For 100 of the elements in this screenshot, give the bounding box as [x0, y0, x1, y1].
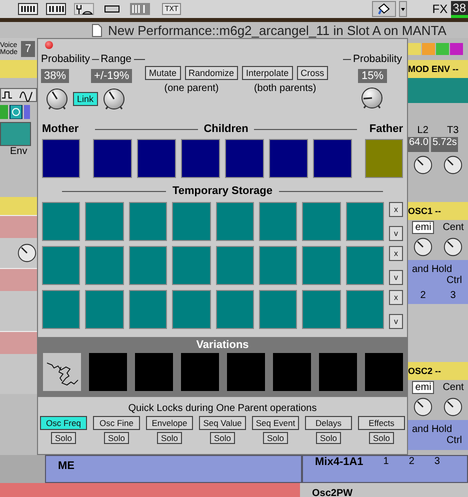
solo-toggle[interactable]: Solo [262, 432, 288, 444]
input-number: 2 [420, 290, 426, 303]
parameter-label: emi [412, 220, 434, 234]
lock-toggle[interactable]: Envelope [146, 416, 193, 430]
document-title: New Performance::m6g2_arcangel_11 in Slot A on MANTA [108, 22, 446, 38]
clear-button[interactable]: x [389, 290, 403, 305]
knob[interactable] [443, 397, 463, 417]
knob[interactable] [413, 397, 433, 417]
mother-slot[interactable] [42, 139, 80, 178]
variation-slot[interactable] [42, 353, 80, 391]
power-icon[interactable] [0, 105, 30, 119]
knob[interactable] [443, 237, 463, 257]
lock-toggle[interactable]: Delays [305, 416, 352, 430]
knob[interactable] [17, 243, 37, 263]
keyboard-icon[interactable] [46, 3, 66, 15]
father-label: Father [369, 123, 403, 135]
keyboard-icon[interactable] [18, 3, 38, 15]
module-panel [0, 215, 37, 238]
knob[interactable] [45, 87, 69, 111]
link-toggle[interactable]: Link [73, 92, 98, 106]
lock-toggle[interactable]: Seq Event [252, 416, 299, 430]
child-slot[interactable] [225, 139, 264, 178]
mode-label: and Hold [412, 424, 454, 435]
solo-toggle[interactable]: Solo [210, 432, 235, 444]
parameter-label: T3 [447, 124, 459, 136]
range-value: +/-19% [91, 69, 132, 83]
mode-label: and Hold [412, 264, 454, 275]
quick-locks-label: Quick Locks during One Parent operations [128, 403, 317, 414]
module-title: OSC1 -- [408, 206, 442, 216]
ctrl-label: Ctrl [446, 435, 463, 446]
fx-label: FX [432, 2, 448, 16]
child-slot[interactable] [137, 139, 176, 178]
close-button[interactable] [45, 40, 53, 48]
children-label: Children [204, 123, 248, 135]
lock-toggle[interactable]: Seq Value [199, 416, 246, 430]
storage-slot[interactable] [128, 202, 168, 241]
storage-slot[interactable] [128, 290, 168, 329]
input-number: 1 [383, 456, 389, 467]
envelope-display [0, 122, 31, 146]
module-name: Mix4-1A1 [314, 456, 364, 468]
fork-icon[interactable] [74, 3, 94, 15]
module-header [0, 60, 37, 78]
lock-toggle[interactable]: Osc Fine [93, 416, 140, 430]
knob[interactable] [443, 155, 463, 175]
module-name: Osc2PW [311, 488, 353, 497]
knob[interactable] [360, 86, 384, 110]
fx-value: 38 [450, 0, 468, 18]
solo-toggle[interactable]: Solo [368, 432, 394, 444]
parent-note: (both parents) [254, 83, 316, 94]
bars-icon[interactable] [130, 3, 150, 15]
clear-button[interactable]: x [389, 202, 403, 217]
store-button[interactable]: v [389, 314, 403, 329]
knob[interactable] [413, 155, 433, 175]
rectangle-icon[interactable] [102, 3, 122, 15]
probability-label: Probability [41, 53, 90, 65]
input-number: 3 [450, 290, 456, 303]
operation-button[interactable]: Randomize [184, 66, 238, 80]
child-slot[interactable] [269, 139, 308, 178]
storage-slot[interactable] [258, 202, 298, 241]
probability-value: 15% [358, 69, 386, 83]
knob[interactable] [102, 87, 126, 111]
parameter-label: Cent [442, 222, 464, 232]
module-name: ME [57, 460, 74, 472]
operation-button[interactable]: Mutate [145, 66, 181, 80]
solo-toggle[interactable]: Solo [156, 432, 182, 444]
storage-slot[interactable] [128, 246, 168, 285]
solo-toggle[interactable]: Solo [50, 432, 76, 444]
lock-toggle[interactable]: Effects [358, 416, 405, 430]
parameter-value: 64.0 [408, 137, 430, 152]
probability-label: Probability [352, 53, 402, 65]
parameter-label: emi [412, 380, 434, 394]
voice-mode-value: 7 [21, 41, 36, 57]
parameter-value: 5.72s [431, 137, 458, 152]
color-swatch[interactable] [422, 43, 435, 55]
child-slot[interactable] [93, 139, 132, 178]
clear-button[interactable]: x [389, 246, 403, 261]
operation-button[interactable]: Interpolate [242, 66, 293, 80]
lock-toggle[interactable]: Osc Freq [40, 416, 87, 430]
solo-toggle[interactable]: Solo [316, 432, 341, 444]
module-header [0, 197, 37, 215]
parameter-label: Cent [442, 382, 464, 392]
child-slot[interactable] [313, 139, 352, 178]
waveform-icon[interactable] [0, 88, 37, 102]
color-swatch[interactable] [408, 43, 421, 55]
color-swatch[interactable] [450, 43, 463, 55]
storage-label: Temporary Storage [172, 185, 273, 197]
child-slot[interactable] [181, 139, 220, 178]
parent-note: (one parent) [164, 83, 219, 94]
operation-button[interactable]: Cross [296, 66, 328, 80]
input-number: 3 [434, 456, 440, 467]
paint-bucket-icon[interactable] [372, 1, 396, 17]
knob[interactable] [413, 237, 433, 257]
solo-toggle[interactable]: Solo [104, 432, 129, 444]
color-swatch[interactable] [436, 43, 449, 55]
storage-slot[interactable] [258, 290, 298, 329]
store-button[interactable]: v [389, 270, 403, 285]
store-button[interactable]: v [389, 226, 403, 241]
parameter-label: L2 [417, 124, 428, 136]
probability-value: 38% [41, 69, 70, 83]
storage-slot[interactable] [258, 246, 298, 285]
